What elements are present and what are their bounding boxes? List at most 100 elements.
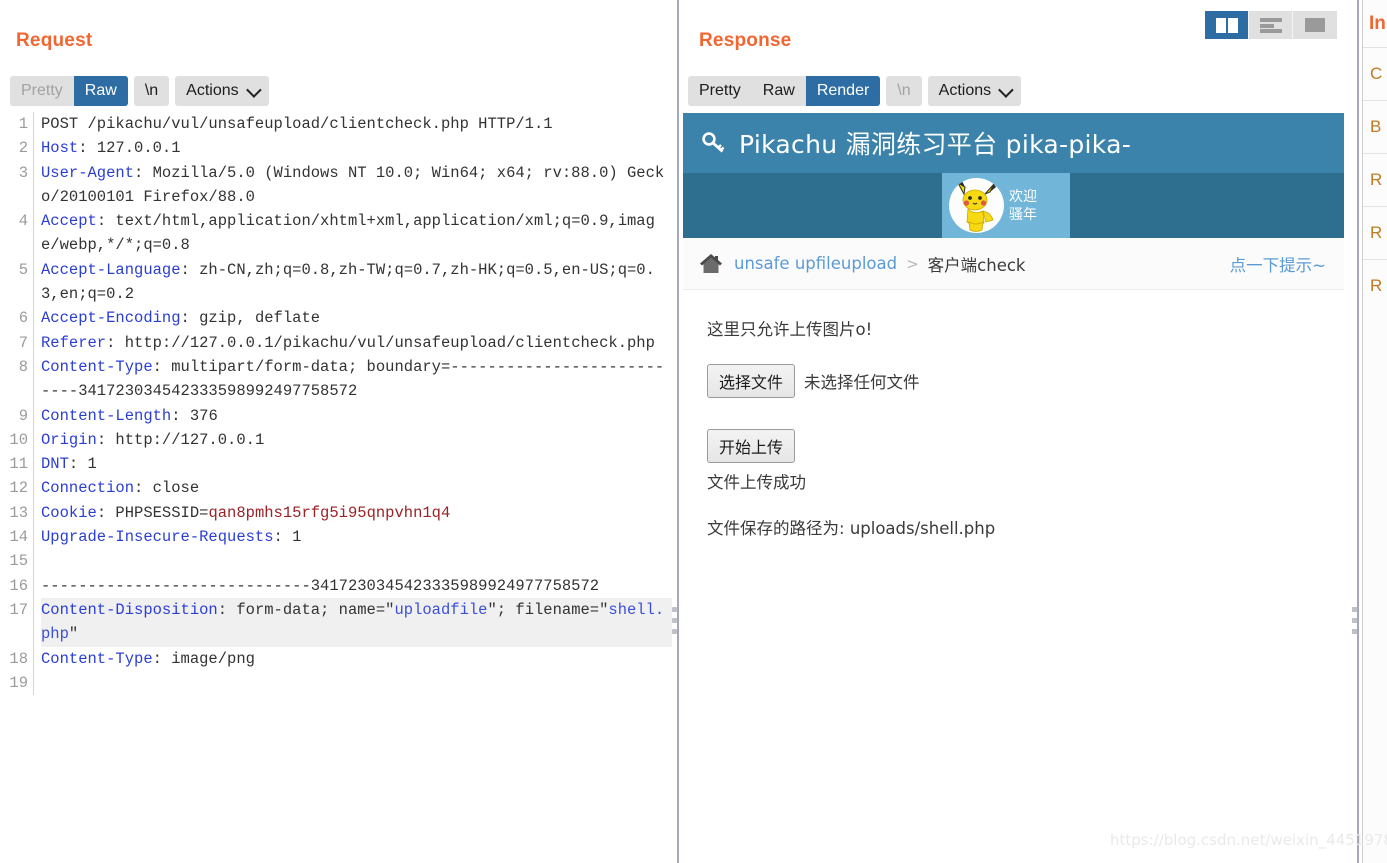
upload-note: 这里只允许上传图片o! [707, 320, 873, 339]
single-view-icon [1305, 18, 1325, 32]
breadcrumb-link-unsafe-upfileupload[interactable]: unsafe upfileupload [734, 254, 897, 273]
request-code-line: POST /pikachu/vul/unsafeupload/clientche… [41, 112, 672, 136]
inspector-row[interactable]: R [1363, 259, 1387, 312]
layout-single-pane-button[interactable] [1293, 11, 1337, 39]
file-input-row: 选择文件 未选择任何文件 [707, 364, 1344, 398]
request-format-tabs: Pretty Raw [10, 76, 128, 106]
code-segment: "; filename=" [487, 600, 609, 619]
line-number: 14 [9, 528, 28, 547]
layout-side-by-side-button[interactable] [1205, 11, 1249, 39]
inspector-row[interactable]: C [1363, 47, 1387, 100]
inspector-title: In [1369, 12, 1386, 34]
response-panel-header: Response [699, 30, 791, 52]
line-number: 15 [9, 552, 28, 571]
code-segment: uploadfile [394, 600, 488, 619]
request-actions-button[interactable]: Actions [175, 76, 269, 106]
line-number: 2 [18, 139, 28, 158]
response-drag-handle[interactable] [1352, 607, 1357, 640]
request-tab-pretty[interactable]: Pretty [10, 76, 74, 106]
upload-path-value: uploads/shell.php [849, 519, 996, 538]
request-tabbar: Pretty Raw \n Actions [10, 76, 269, 106]
request-code-line: Content-Disposition: form-data; name="up… [41, 597, 672, 647]
hint-link[interactable]: 点一下提示~ [1230, 252, 1326, 276]
code-segment: : http://127.0.0.1 [96, 430, 265, 449]
request-code-line: User-Agent: Mozilla/5.0 (Windows NT 10.0… [41, 161, 672, 210]
request-code-line: Host: 127.0.0.1 [41, 136, 672, 160]
start-upload-button[interactable]: 开始上传 [707, 429, 796, 463]
response-panel: Response Pretty Raw Render \n Actions Pi… [682, 0, 1356, 863]
request-code-line: Content-Type: image/png [41, 647, 672, 671]
code-segment: Accept-Language [41, 260, 181, 279]
choose-file-button[interactable]: 选择文件 [707, 364, 796, 398]
response-tab-newline[interactable]: \n [886, 76, 922, 106]
layout-stacked-button[interactable] [1249, 11, 1293, 39]
inspector-row[interactable]: R [1363, 206, 1387, 259]
welcome-text: 欢迎 骚年 [1009, 188, 1037, 224]
panel-splitter[interactable] [672, 0, 682, 863]
code-segment: : text/html,application/xhtml+xml,applic… [41, 212, 655, 255]
code-segment: : form-data; name=" [217, 600, 395, 619]
breadcrumb-separator: > [906, 254, 919, 273]
code-segment: : http://127.0.0.1/pikachu/vul/unsafeupl… [106, 333, 655, 352]
line-number: 19 [9, 673, 28, 692]
response-splitter-bar [1357, 0, 1359, 863]
line-number: 1 [18, 115, 28, 133]
stacked-view-icon [1259, 17, 1282, 33]
response-tab-render[interactable]: Render [805, 76, 881, 106]
welcome-line-2: 骚年 [1009, 206, 1037, 223]
code-segment: Origin [41, 430, 97, 449]
pikachu-subheader: 欢迎 骚年 [683, 173, 1344, 238]
line-number: 13 [9, 503, 28, 522]
code-segment: Cookie [41, 503, 97, 522]
splitter-bar [677, 0, 679, 863]
file-status-label: 未选择任何文件 [804, 373, 920, 392]
line-number: 16 [9, 576, 28, 595]
response-render-view: Pikachu 漏洞练习平台 pika-pika- 欢迎 骚年 unsafe u… [683, 113, 1344, 863]
response-tab-raw[interactable]: Raw [752, 76, 806, 106]
code-segment: Accept [41, 212, 97, 231]
welcome-box: 欢迎 骚年 [942, 173, 1070, 238]
response-format-tabs: Pretty Raw Render [688, 76, 881, 106]
inspector-row[interactable]: R [1363, 153, 1387, 206]
request-code-line: Upgrade-Insecure-Requests: 1 [41, 525, 672, 549]
request-code-line: Accept: text/html,application/xhtml+xml,… [41, 209, 672, 258]
response-tabbar: Pretty Raw Render \n Actions [688, 76, 1022, 106]
request-code-line: Accept-Language: zh-CN,zh;q=0.8,zh-TW;q=… [41, 258, 672, 307]
response-tab-pretty[interactable]: Pretty [688, 76, 752, 106]
request-tab-newline[interactable]: \n [133, 76, 170, 106]
line-number: 9 [18, 406, 28, 425]
inspector-row[interactable]: B [1363, 100, 1387, 153]
code-segment: " [68, 625, 79, 644]
request-code-line: Connection: close [41, 476, 672, 500]
request-tab-raw[interactable]: Raw [73, 76, 128, 106]
code-segment: Host [41, 139, 79, 158]
request-code-line: -----------------------------34172303454… [41, 574, 672, 598]
pikachu-banner-title: Pikachu 漏洞练习平台 pika-pika- [739, 130, 1132, 159]
request-line-numbers: 1 2 3 4 5 6 7 8 9 10 11 12 13 14 15 16 17 18 19 [0, 112, 34, 696]
splitter-drag-handle[interactable] [672, 607, 677, 640]
line-number: 5 [18, 260, 28, 279]
request-editor[interactable]: 1 2 3 4 5 6 7 8 9 10 11 12 13 14 15 16 17 18 19 POST /pika… [0, 112, 672, 863]
response-title: Response [699, 30, 792, 51]
breadcrumb-current: 客户端check [927, 255, 1026, 275]
line-number: 18 [9, 649, 28, 668]
request-code[interactable]: POST /pikachu/vul/unsafeupload/clientche… [34, 112, 672, 695]
key-icon [701, 130, 727, 156]
code-segment: : PHPSESSID= [96, 503, 209, 522]
split-view-icon [1215, 17, 1238, 33]
line-number: 3 [18, 163, 28, 182]
code-segment: Accept-Encoding [41, 309, 181, 328]
code-segment: qan8pmhs15rfg5i95qnpvhn1q4 [208, 503, 451, 522]
code-segment: User-Agent [41, 163, 135, 182]
home-icon[interactable] [699, 253, 723, 275]
request-code-line: DNT: 1 [41, 452, 672, 476]
line-number: 12 [9, 479, 28, 498]
code-segment: Content-Length [41, 406, 172, 425]
response-actions-button[interactable]: Actions [927, 76, 1022, 106]
layout-toggle-group [1205, 11, 1337, 39]
code-segment: POST /pikachu/vul/unsafeupload/clientche… [41, 115, 553, 133]
line-number: 6 [18, 309, 28, 328]
code-segment: DNT [41, 455, 69, 474]
code-segment: Upgrade-Insecure-Requests [41, 528, 274, 547]
line-number: 11 [9, 455, 28, 474]
